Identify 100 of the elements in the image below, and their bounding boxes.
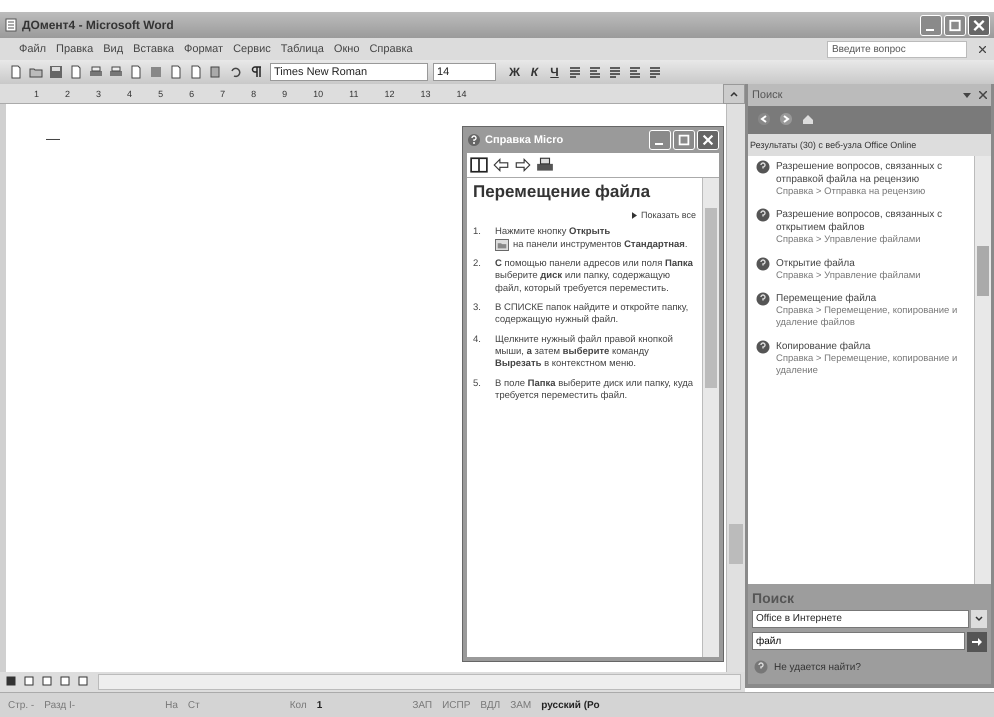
status-text: ИСПР: [442, 700, 470, 710]
status-text: На: [165, 700, 178, 710]
ruler-number: 13: [420, 88, 431, 98]
page-icon: [188, 65, 202, 79]
step-text: Нажмите кнопку Открыть: [495, 226, 612, 239]
result-path: Справка > Перемещение, копирование и удаление файлов: [776, 305, 958, 330]
menu-item[interactable]: Справка: [364, 41, 418, 57]
forward-button[interactable]: [514, 156, 532, 174]
step-number: 2.: [473, 258, 482, 272]
page-icon: [128, 65, 142, 79]
back-button[interactable]: [492, 156, 510, 174]
menu-item[interactable]: Файл: [14, 41, 52, 57]
minimize-icon: [926, 28, 934, 30]
result-path: Справка > Перемещение, копирование и удаление: [776, 352, 958, 378]
question-field[interactable]: Введите вопрос: [827, 40, 967, 58]
close-icon[interactable]: [979, 91, 987, 99]
text-lines-icon: [568, 65, 582, 79]
home-icon: [801, 112, 815, 126]
window-title: Справка Micro: [485, 134, 564, 146]
help-icon: [756, 208, 770, 222]
close-button[interactable]: [968, 14, 990, 36]
status-text: 1: [316, 700, 322, 710]
pane-title: Поиск: [752, 89, 784, 101]
search-field[interactable]: файл: [752, 632, 965, 650]
menu-item[interactable]: Окно: [328, 41, 364, 57]
step-number: 5.: [473, 378, 482, 391]
horizontal-scrollbar[interactable]: [98, 674, 741, 690]
result-path: Справка > Управление файлами: [776, 234, 922, 247]
menu-item[interactable]: Формат: [179, 41, 228, 57]
text-lines-icon: [588, 65, 602, 79]
step-text: Щелкните нужный файл правой кнопкой мыши, а затем выберите команду Вырезать в контекстном меню.: [495, 334, 673, 370]
close-button[interactable]: [697, 130, 719, 150]
step-number: 3.: [473, 302, 482, 316]
scrollbar[interactable]: [726, 104, 745, 672]
result-link[interactable]: Открытие файла: [776, 256, 921, 270]
print-icon: [88, 65, 102, 79]
minimize-button[interactable]: [649, 130, 671, 150]
status-text: Ст: [188, 700, 200, 710]
maximize-button[interactable]: [673, 130, 695, 150]
close-icon: [971, 18, 987, 32]
scrollbar[interactable]: [702, 178, 719, 657]
chevron-up-icon: [730, 92, 738, 96]
document-text: —: [46, 130, 60, 146]
help-icon: [756, 292, 770, 306]
undo-icon: [228, 65, 242, 79]
help-icon: [756, 160, 770, 174]
ruler-number: 1: [34, 88, 40, 98]
menu-item[interactable]: Сервис: [228, 41, 276, 57]
ruler-number: 10: [313, 88, 324, 98]
minimize-icon: [655, 143, 663, 145]
text-lines-icon: [628, 65, 642, 79]
menu-item[interactable]: Таблица: [276, 41, 329, 57]
menu-item[interactable]: Вставка: [128, 41, 180, 57]
result-link[interactable]: Копирование файла: [776, 340, 970, 353]
maximize-icon: [676, 133, 692, 147]
toolbar-button[interactable]: [470, 156, 488, 174]
help-icon: [754, 660, 768, 674]
page-icon: [8, 65, 22, 79]
close-icon[interactable]: [979, 46, 986, 52]
status-text: Кол: [290, 700, 307, 710]
result-link[interactable]: Перемещение файла: [776, 292, 970, 306]
menu-item[interactable]: Вид: [98, 41, 128, 57]
window-title: ДОмент4 - Microsoft Word: [22, 18, 175, 32]
font-size-field[interactable]: 14: [433, 63, 496, 81]
status-text: ЗАМ: [510, 700, 532, 710]
right-arrow-icon: [970, 635, 984, 649]
section-title: Поиск: [752, 590, 796, 606]
folder-icon: [495, 238, 509, 251]
menu-item[interactable]: Правка: [51, 41, 98, 57]
ruler-number: 5: [158, 88, 164, 98]
page-icon: [68, 65, 82, 79]
cant-find-link[interactable]: Не удается найти?: [774, 662, 861, 672]
document-icon: [4, 18, 18, 32]
status-text: русский (Ро: [541, 700, 600, 710]
split-pane-icon: [470, 156, 488, 174]
format-button[interactable]: Ж: [505, 62, 524, 82]
scrollbar[interactable]: [974, 156, 991, 584]
scroll-up-button[interactable]: [723, 84, 745, 104]
minimize-button[interactable]: [920, 14, 942, 36]
step-text: В поле Папка выберите диск или папку, куда требуется переместить файл.: [495, 378, 694, 402]
format-button[interactable]: Ч: [545, 62, 564, 82]
scope-dropdown[interactable]: Office в Интернете: [752, 610, 969, 628]
result-link[interactable]: Разрешение вопросов, связанных с отправкой файла на рецензию: [776, 160, 970, 186]
status-text: Стр. -: [8, 700, 34, 710]
format-button[interactable]: К: [525, 62, 544, 82]
step-number: 1.: [473, 226, 482, 240]
text-lines-icon: [648, 65, 662, 79]
show-all-link[interactable]: Показать все: [641, 210, 696, 220]
font-field[interactable]: Times New Roman: [270, 63, 428, 81]
dropdown-button[interactable]: [971, 610, 987, 628]
maximize-button[interactable]: [944, 14, 966, 36]
close-icon: [700, 133, 716, 147]
status-text: Разд I-: [44, 700, 76, 710]
result-link[interactable]: Разрешение вопросов, связанных с открытием файлов: [776, 208, 970, 234]
text-lines-icon: [608, 65, 622, 79]
ruler-number: 14: [456, 88, 467, 98]
step-text: С помощью панели адресов или поля Папка выберите диск или папку, содержащую файл, который требуется переместить.: [495, 258, 693, 294]
dropdown-icon[interactable]: [963, 91, 971, 99]
search-button[interactable]: [967, 632, 987, 652]
status-text: ЗАП: [412, 700, 432, 710]
